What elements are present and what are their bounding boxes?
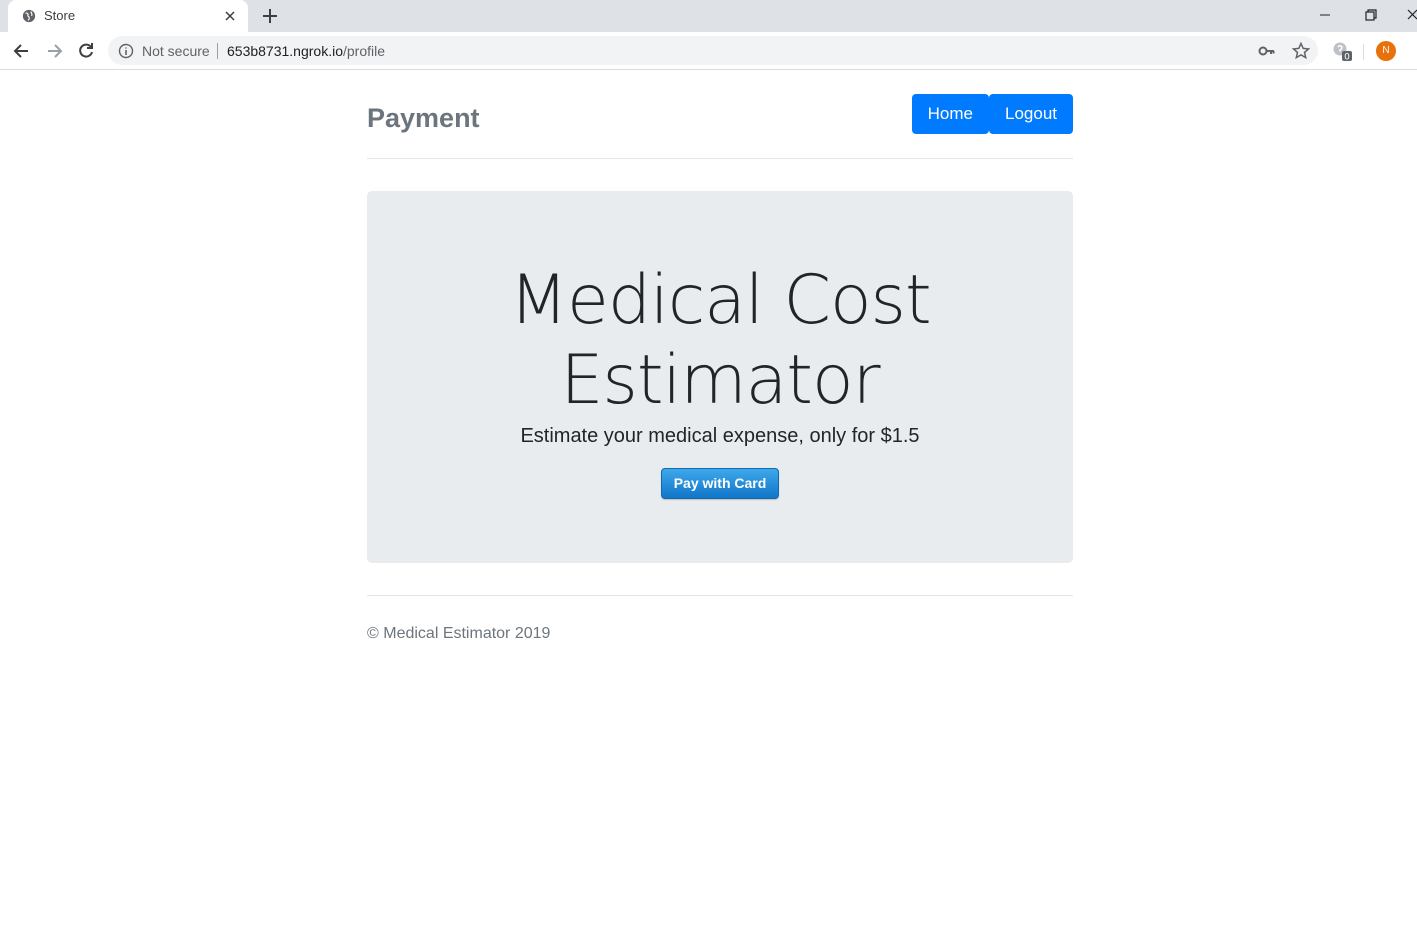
toolbar-divider — [1363, 44, 1364, 60]
page-title: Payment — [367, 103, 480, 133]
url-host: 653b8731.ngrok.io — [227, 43, 343, 59]
omnibox-divider — [217, 43, 218, 59]
window-close-icon[interactable] — [1403, 5, 1417, 25]
copyright-text: © Medical Estimator 2019 — [367, 625, 551, 642]
restore-icon[interactable] — [1361, 5, 1381, 25]
minimize-icon[interactable] — [1315, 5, 1335, 25]
tab-title: Store — [44, 8, 76, 23]
extension-badge: 0 — [1344, 53, 1350, 63]
lead-text: Estimate your medical expense, only for … — [367, 425, 1073, 448]
close-icon[interactable] — [222, 8, 238, 24]
page-content: Payment Home Logout Medical Cost Estimat… — [0, 70, 1417, 942]
info-icon[interactable] — [118, 43, 134, 59]
nav-pills: Home Logout — [911, 94, 1073, 134]
address-bar[interactable]: Not secure 653b8731.ngrok.io/profile — [108, 36, 1318, 65]
hero-title: Medical Cost Estimator — [367, 261, 1073, 421]
pay-with-card-button[interactable]: Pay with Card — [661, 468, 779, 499]
jumbotron: Medical Cost Estimator Estimate your med… — [367, 191, 1073, 563]
lead-description: Estimate your medical expense, only for — [520, 425, 881, 447]
extension-icon[interactable]: 0 — [1332, 41, 1354, 63]
globe-icon — [22, 9, 36, 23]
price: $1.5 — [880, 425, 920, 447]
back-arrow-icon[interactable] — [12, 41, 32, 61]
hero-title-line-1: Medical Cost — [509, 261, 931, 340]
nav-logout-button[interactable]: Logout — [989, 94, 1073, 134]
tab-strip: Store — [0, 0, 1417, 32]
nav-home-button[interactable]: Home — [911, 94, 989, 134]
url-text[interactable]: 653b8731.ngrok.io/profile — [227, 43, 385, 59]
key-icon[interactable] — [1258, 42, 1276, 60]
security-label[interactable]: Not secure — [142, 43, 210, 59]
site-header: Payment Home Logout — [367, 70, 1073, 159]
browser-tab[interactable]: Store — [8, 0, 248, 32]
reload-icon[interactable] — [76, 41, 96, 61]
profile-avatar[interactable]: N — [1376, 41, 1396, 61]
new-tab-icon[interactable] — [261, 7, 279, 25]
bookmark-star-icon[interactable] — [1291, 41, 1311, 61]
hero-title-line-2: Estimator — [560, 341, 880, 420]
site-footer: © Medical Estimator 2019 — [367, 595, 1073, 675]
url-path: /profile — [343, 43, 386, 59]
forward-arrow-icon[interactable] — [44, 41, 64, 61]
browser-toolbar: Not secure 653b8731.ngrok.io/profile 0 N — [0, 32, 1417, 70]
